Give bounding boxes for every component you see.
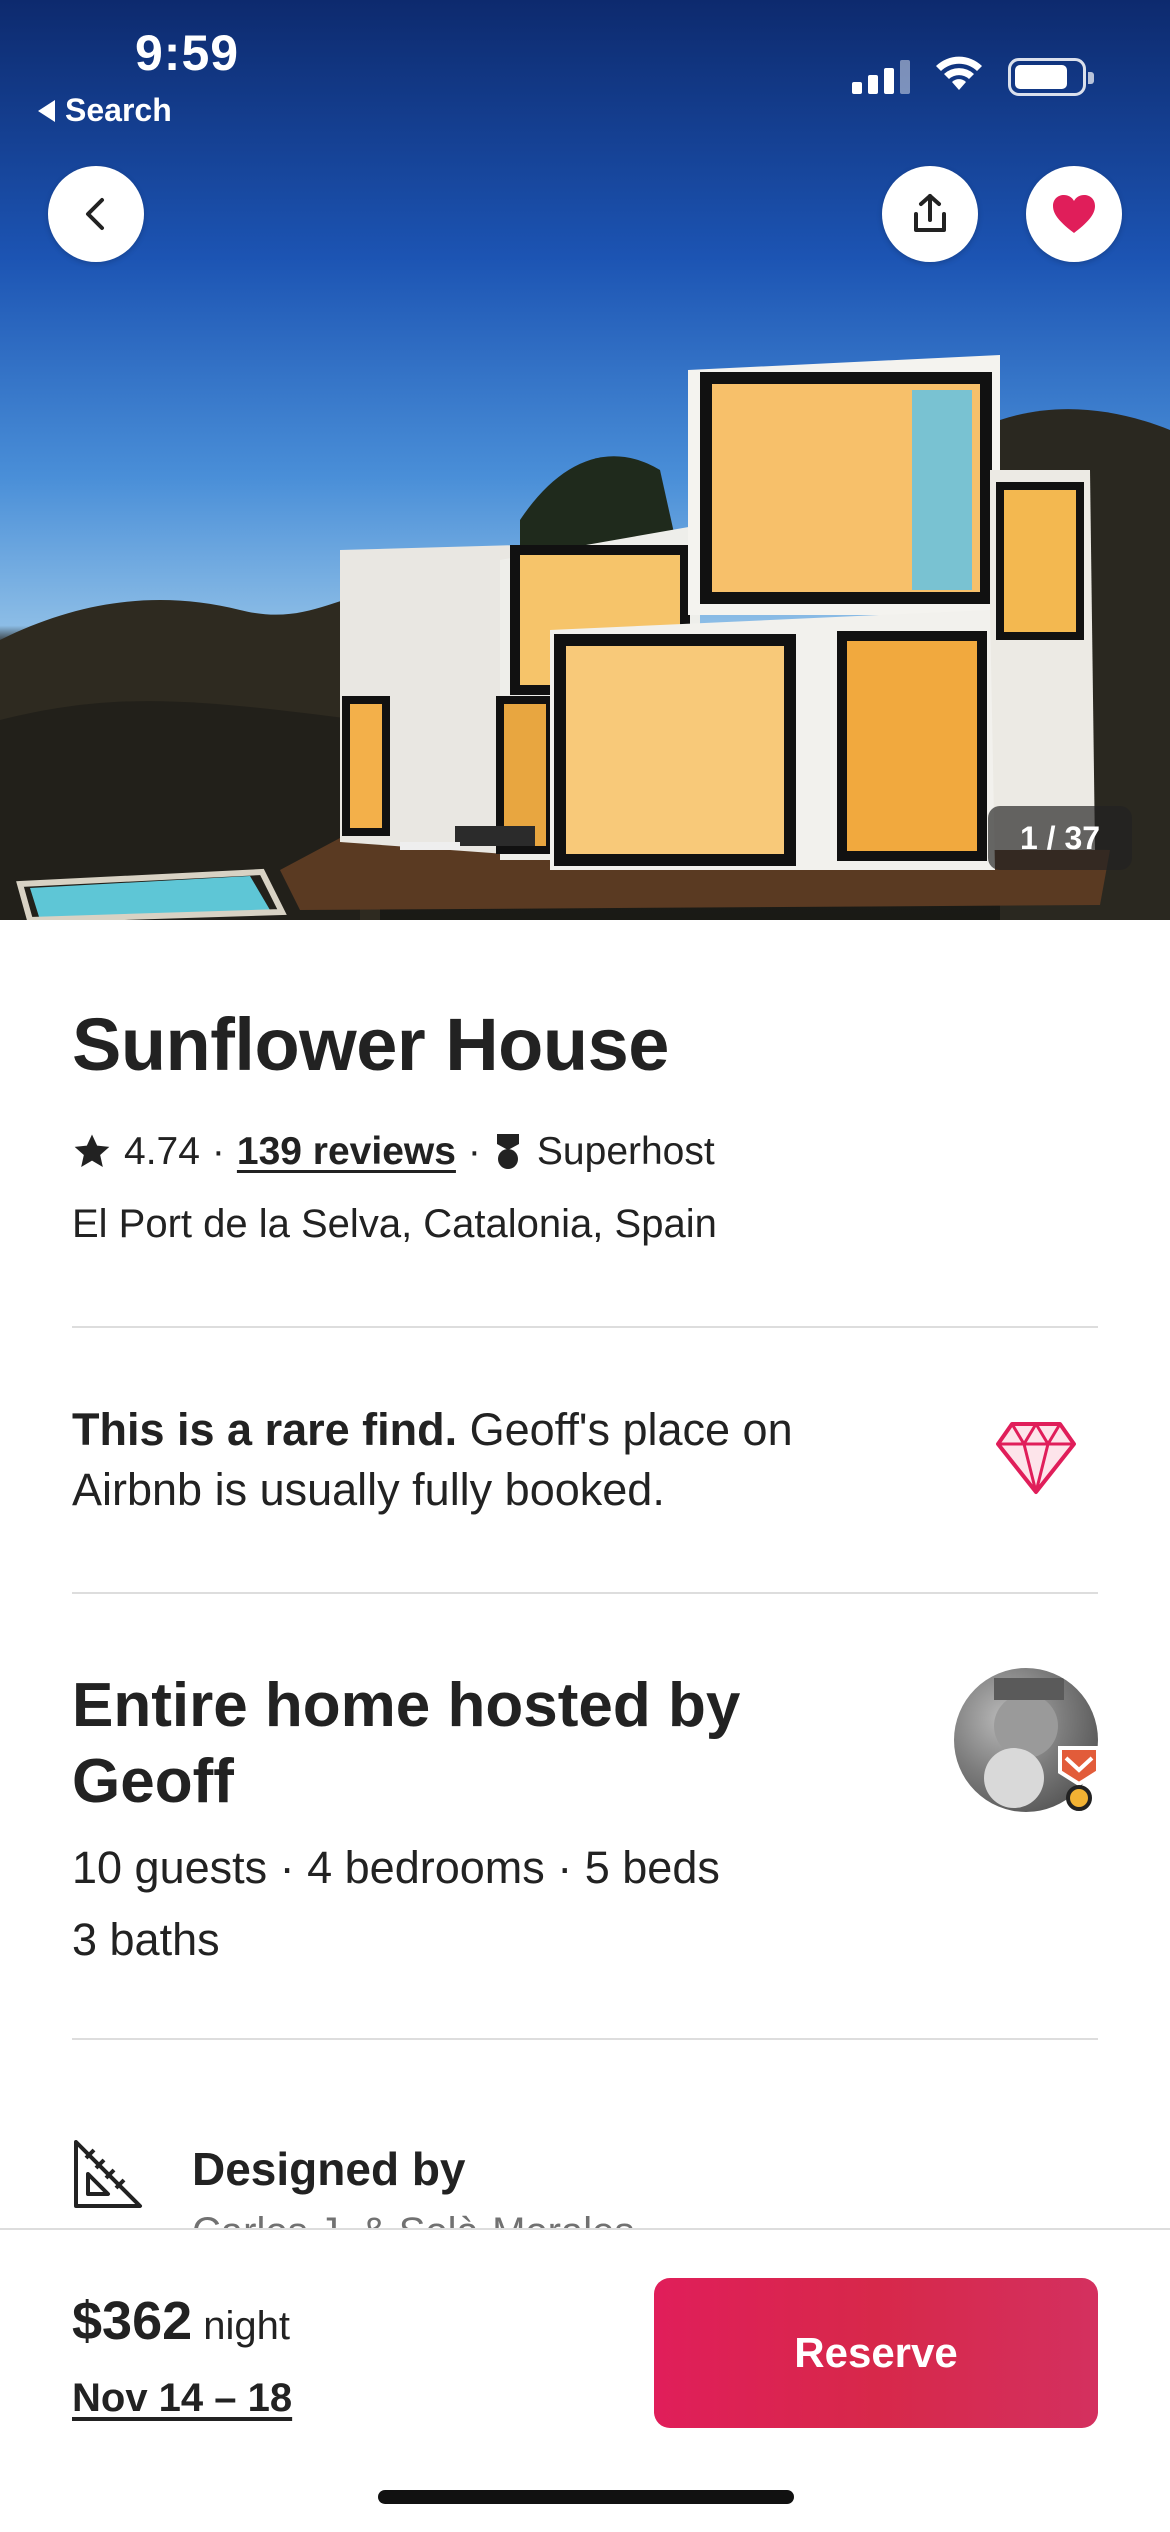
trip-dates-link[interactable]: Nov 14 – 18 [72,2376,292,2421]
separator-dot: · [467,1130,481,1173]
save-to-wishlist-button[interactable] [1026,166,1122,262]
share-button[interactable] [882,166,978,262]
superhost-badge-icon [1058,1746,1100,1811]
back-to-search-link[interactable]: Search [38,92,172,129]
star-icon [74,1134,110,1167]
listing-meta-row: 4.74 · 139 reviews · Superhost [72,1130,715,1174]
rare-find-bold: This is a rare find. [72,1404,458,1455]
rating-value: 4.74 [124,1130,200,1173]
reviews-link[interactable]: 139 reviews [237,1130,456,1174]
cellular-signal-icon [852,60,910,94]
reserve-button[interactable]: Reserve [654,2278,1098,2428]
wifi-icon [936,56,982,90]
designed-by-label: Designed by [192,2143,466,2195]
listing-title: Sunflower House [72,1003,669,1086]
separator-dot: · [211,1130,225,1173]
listing-photo-carousel[interactable]: 9:59 Search 1 / 37 [0,0,1170,920]
heart-icon [1053,195,1095,233]
superhost-label: Superhost [536,1130,715,1173]
baths-line: 3 baths [72,1914,220,1965]
home-indicator[interactable] [378,2490,794,2504]
status-bar: 9:59 Search [0,0,1170,140]
rare-find-notice: This is a rare find. Geoff's place on Ai… [72,1400,892,1520]
divider [72,1326,1098,1328]
photo-counter: 1 / 37 [988,806,1132,870]
diamond-icon [996,1422,1076,1494]
back-app-label: Search [65,92,172,128]
price-amount: $362 [72,2291,193,2351]
booking-bar: $362 night Nov 14 – 18 Reserve [0,2228,1170,2532]
host-details: 10 guests · 4 bedrooms · 5 beds 3 baths [72,1832,720,1976]
status-time: 9:59 [135,25,240,81]
nightly-price: $362 night [72,2290,290,2352]
price-unit: night [203,2304,291,2348]
chevron-left-icon [86,198,104,230]
host-title: Entire home hosted by Geoff [72,1671,741,1816]
share-icon [914,194,946,232]
capacity-line: 10 guests · 4 bedrooms · 5 beds [72,1842,720,1893]
listing-location: El Port de la Selva, Catalonia, Spain [72,1202,717,1246]
back-arrow-icon [38,99,55,122]
design-ruler-icon [74,2140,142,2208]
divider [72,1592,1098,1594]
back-button[interactable] [48,166,144,262]
superhost-medal-icon [496,1134,519,1169]
battery-icon [1008,58,1094,96]
divider [72,2038,1098,2040]
